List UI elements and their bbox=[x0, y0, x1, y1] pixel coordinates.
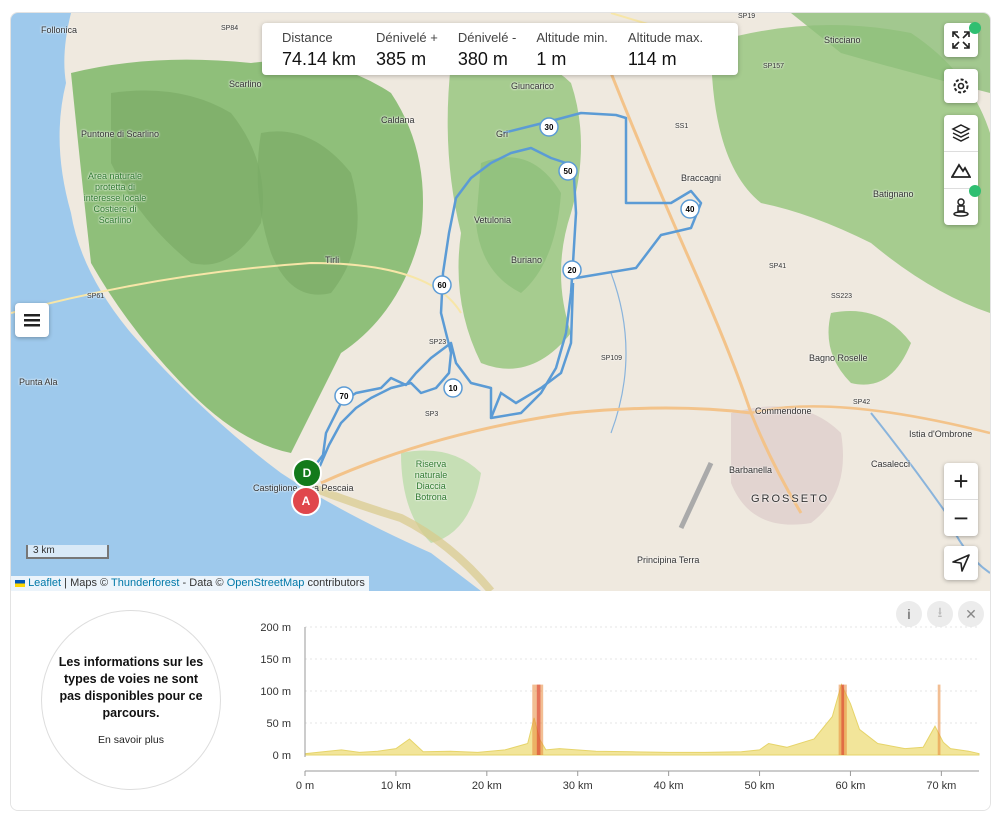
x-tick-label: 70 km bbox=[926, 780, 956, 792]
km-markers: 10 20 30 40 50 60 70 D A bbox=[291, 117, 700, 516]
stat-label: Altitude min. bbox=[536, 30, 608, 45]
elevation-area bbox=[304, 683, 980, 756]
x-tick-label: 30 km bbox=[563, 780, 593, 792]
pegman-icon bbox=[953, 198, 969, 217]
stat-value: 385 m bbox=[376, 49, 427, 69]
x-tick-label: 60 km bbox=[835, 780, 865, 792]
settings-button[interactable] bbox=[944, 69, 978, 103]
y-tick-label: 0 m bbox=[273, 750, 291, 762]
y-tick-label: 150 m bbox=[260, 654, 291, 666]
y-tick-label: 200 m bbox=[260, 622, 291, 634]
svg-text:D: D bbox=[303, 466, 312, 480]
x-tick-label: 0 m bbox=[296, 780, 314, 792]
km-marker-30: 30 bbox=[539, 117, 559, 137]
locate-button[interactable] bbox=[944, 546, 978, 580]
x-tick-label: 50 km bbox=[745, 780, 775, 792]
steep-segment bbox=[536, 684, 541, 755]
terrain-button[interactable] bbox=[944, 152, 978, 189]
stat-value: 1 m bbox=[536, 49, 567, 69]
stat-altitude-min: Altitude min. 1 m bbox=[516, 23, 608, 75]
expand-icon bbox=[952, 31, 970, 49]
status-dot-icon bbox=[969, 185, 981, 197]
ukraine-flag-icon bbox=[15, 580, 25, 587]
km-marker-50: 50 bbox=[558, 161, 578, 181]
route-card: Follonica Scarlino Puntone di Scarlino A… bbox=[10, 12, 991, 811]
stat-elevation-gain: Dénivelé + 385 m bbox=[356, 23, 438, 75]
stat-label: Dénivelé + bbox=[376, 30, 438, 45]
layers-button[interactable] bbox=[944, 115, 978, 152]
stat-value: 114 m bbox=[627, 49, 677, 69]
stat-value: 380 m bbox=[457, 49, 508, 69]
km-marker-70: 70 bbox=[334, 386, 354, 406]
y-tick-label: 50 m bbox=[267, 718, 291, 730]
svg-text:60: 60 bbox=[438, 281, 447, 290]
stat-label: Distance bbox=[282, 30, 333, 45]
steep-segment bbox=[937, 684, 941, 755]
stat-value: 74.14 km bbox=[282, 49, 357, 69]
route-stats-panel: Distance 74.14 km Dénivelé + 385 m Dénivel… bbox=[262, 23, 738, 75]
stat-distance: Distance 74.14 km bbox=[262, 23, 356, 75]
y-tick-label: 100 m bbox=[260, 686, 291, 698]
km-marker-60: 60 bbox=[432, 275, 452, 295]
stat-elevation-loss: Dénivelé - 380 m bbox=[438, 23, 517, 75]
plus-icon: + bbox=[953, 465, 969, 496]
zoom-control: + − bbox=[944, 463, 978, 536]
x-tick-label: 40 km bbox=[654, 780, 684, 792]
scale-bar: 3 km bbox=[26, 545, 109, 559]
status-dot-icon bbox=[969, 22, 981, 34]
minus-icon: − bbox=[953, 502, 969, 533]
start-marker: D bbox=[292, 458, 322, 488]
steep-segment bbox=[841, 684, 845, 755]
km-marker-40: 40 bbox=[680, 199, 700, 219]
osm-link[interactable]: OpenStreetMap bbox=[227, 577, 305, 589]
attribution-text: contributors bbox=[307, 577, 365, 589]
hamburger-icon bbox=[24, 314, 40, 327]
map-tools-group bbox=[944, 115, 978, 225]
elevation-panel: Les informations sur les types de voies … bbox=[11, 591, 990, 810]
stat-label: Dénivelé - bbox=[457, 30, 517, 45]
mountain-icon bbox=[951, 163, 971, 178]
km-marker-20: 20 bbox=[562, 260, 582, 280]
svg-text:20: 20 bbox=[568, 266, 577, 275]
stat-altitude-max: Altitude max. 114 m bbox=[608, 23, 703, 75]
end-marker: A bbox=[291, 486, 321, 516]
gear-icon bbox=[953, 78, 969, 94]
attribution-text: - Data © bbox=[182, 577, 224, 589]
elevation-chart[interactable]: 200 m 150 m 100 m 50 m 0 m 0 m 10 km 20 km 30 km… bbox=[11, 591, 990, 810]
svg-text:30: 30 bbox=[545, 123, 554, 132]
layers-menu-button[interactable] bbox=[15, 303, 49, 337]
km-marker-10: 10 bbox=[443, 378, 463, 398]
x-tick-label: 10 km bbox=[381, 780, 411, 792]
map-attribution: Leaflet | Maps © Thunderforest - Data © … bbox=[11, 576, 369, 591]
attribution-text: | Maps © bbox=[64, 577, 109, 589]
svg-text:10: 10 bbox=[449, 384, 458, 393]
map[interactable]: Follonica Scarlino Puntone di Scarlino A… bbox=[11, 13, 990, 591]
navigation-arrow-icon bbox=[952, 554, 970, 572]
svg-text:50: 50 bbox=[564, 167, 573, 176]
svg-text:A: A bbox=[302, 494, 311, 508]
svg-text:40: 40 bbox=[686, 205, 695, 214]
leaflet-link[interactable]: Leaflet bbox=[28, 577, 61, 589]
stat-label: Altitude max. bbox=[627, 30, 704, 45]
thunderforest-link[interactable]: Thunderforest bbox=[111, 577, 179, 589]
x-tick-label: 20 km bbox=[472, 780, 502, 792]
layers-icon bbox=[951, 124, 971, 142]
svg-text:70: 70 bbox=[340, 392, 349, 401]
zoom-in-button[interactable]: + bbox=[944, 463, 978, 500]
zoom-out-button[interactable]: − bbox=[944, 500, 978, 536]
